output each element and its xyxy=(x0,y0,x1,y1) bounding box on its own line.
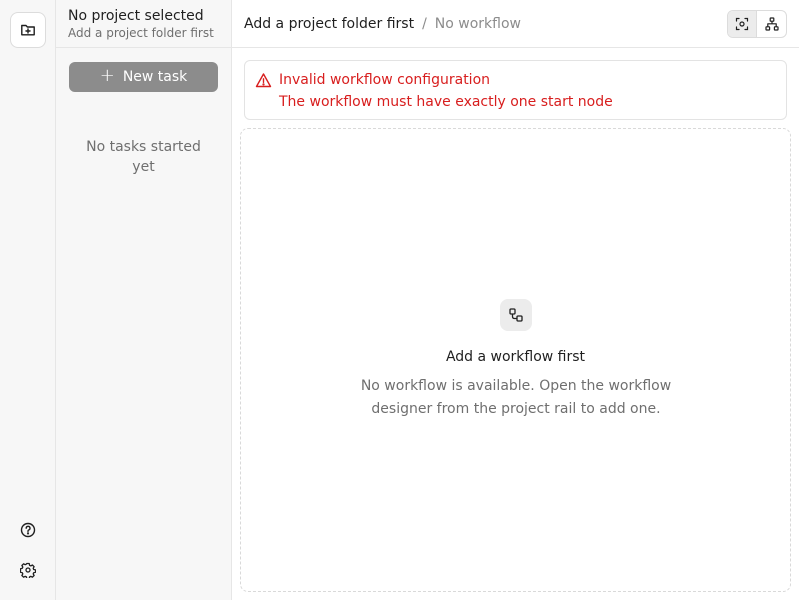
workflow-canvas: Add a workflow first No workflow is avai… xyxy=(240,128,791,592)
add-project-folder-button[interactable] xyxy=(10,12,46,48)
top-bar: Add a project folder first / No workflow xyxy=(232,0,799,48)
project-rail xyxy=(0,0,56,600)
empty-tasks-message: No tasks started yet xyxy=(86,139,201,175)
workflow-graph-icon xyxy=(764,17,779,31)
settings-gear-icon xyxy=(20,562,36,578)
breadcrumb-workflow: No workflow xyxy=(434,15,521,32)
plus-icon: + xyxy=(99,65,115,86)
help-button[interactable] xyxy=(18,520,38,540)
breadcrumb-project[interactable]: Add a project folder first xyxy=(244,16,414,32)
alert-title: Invalid workflow configuration xyxy=(279,72,491,88)
workflow-error-alert: Invalid workflow configuration The workf… xyxy=(244,60,787,120)
folder-plus-icon xyxy=(20,22,36,38)
focus-view-icon xyxy=(735,17,749,31)
main-panel: Add a project folder first / No workflow xyxy=(232,0,799,600)
alert-message: The workflow must have exactly one start… xyxy=(279,94,613,110)
project-title: No project selected xyxy=(68,8,204,24)
new-task-button[interactable]: + New task xyxy=(69,62,218,92)
new-task-label: New task xyxy=(122,69,188,85)
app-window: No project selected Add a project folder… xyxy=(0,0,799,600)
warning-triangle-icon xyxy=(255,72,272,89)
task-sidebar: No project selected Add a project folder… xyxy=(56,0,232,600)
project-header: No project selected Add a project folder… xyxy=(56,0,231,48)
project-subtitle: Add a project folder first xyxy=(68,26,214,40)
breadcrumb-separator: / xyxy=(422,15,427,32)
help-circle-icon xyxy=(20,522,36,538)
settings-button[interactable] xyxy=(18,560,38,580)
empty-state-description: No workflow is available. Open the workf… xyxy=(360,378,672,417)
view-toggle xyxy=(727,10,787,38)
workflow-graph-button[interactable] xyxy=(757,11,786,37)
empty-state-title: Add a workflow first xyxy=(445,349,586,365)
focus-view-button[interactable] xyxy=(728,11,757,37)
workflow-icon xyxy=(500,299,532,331)
